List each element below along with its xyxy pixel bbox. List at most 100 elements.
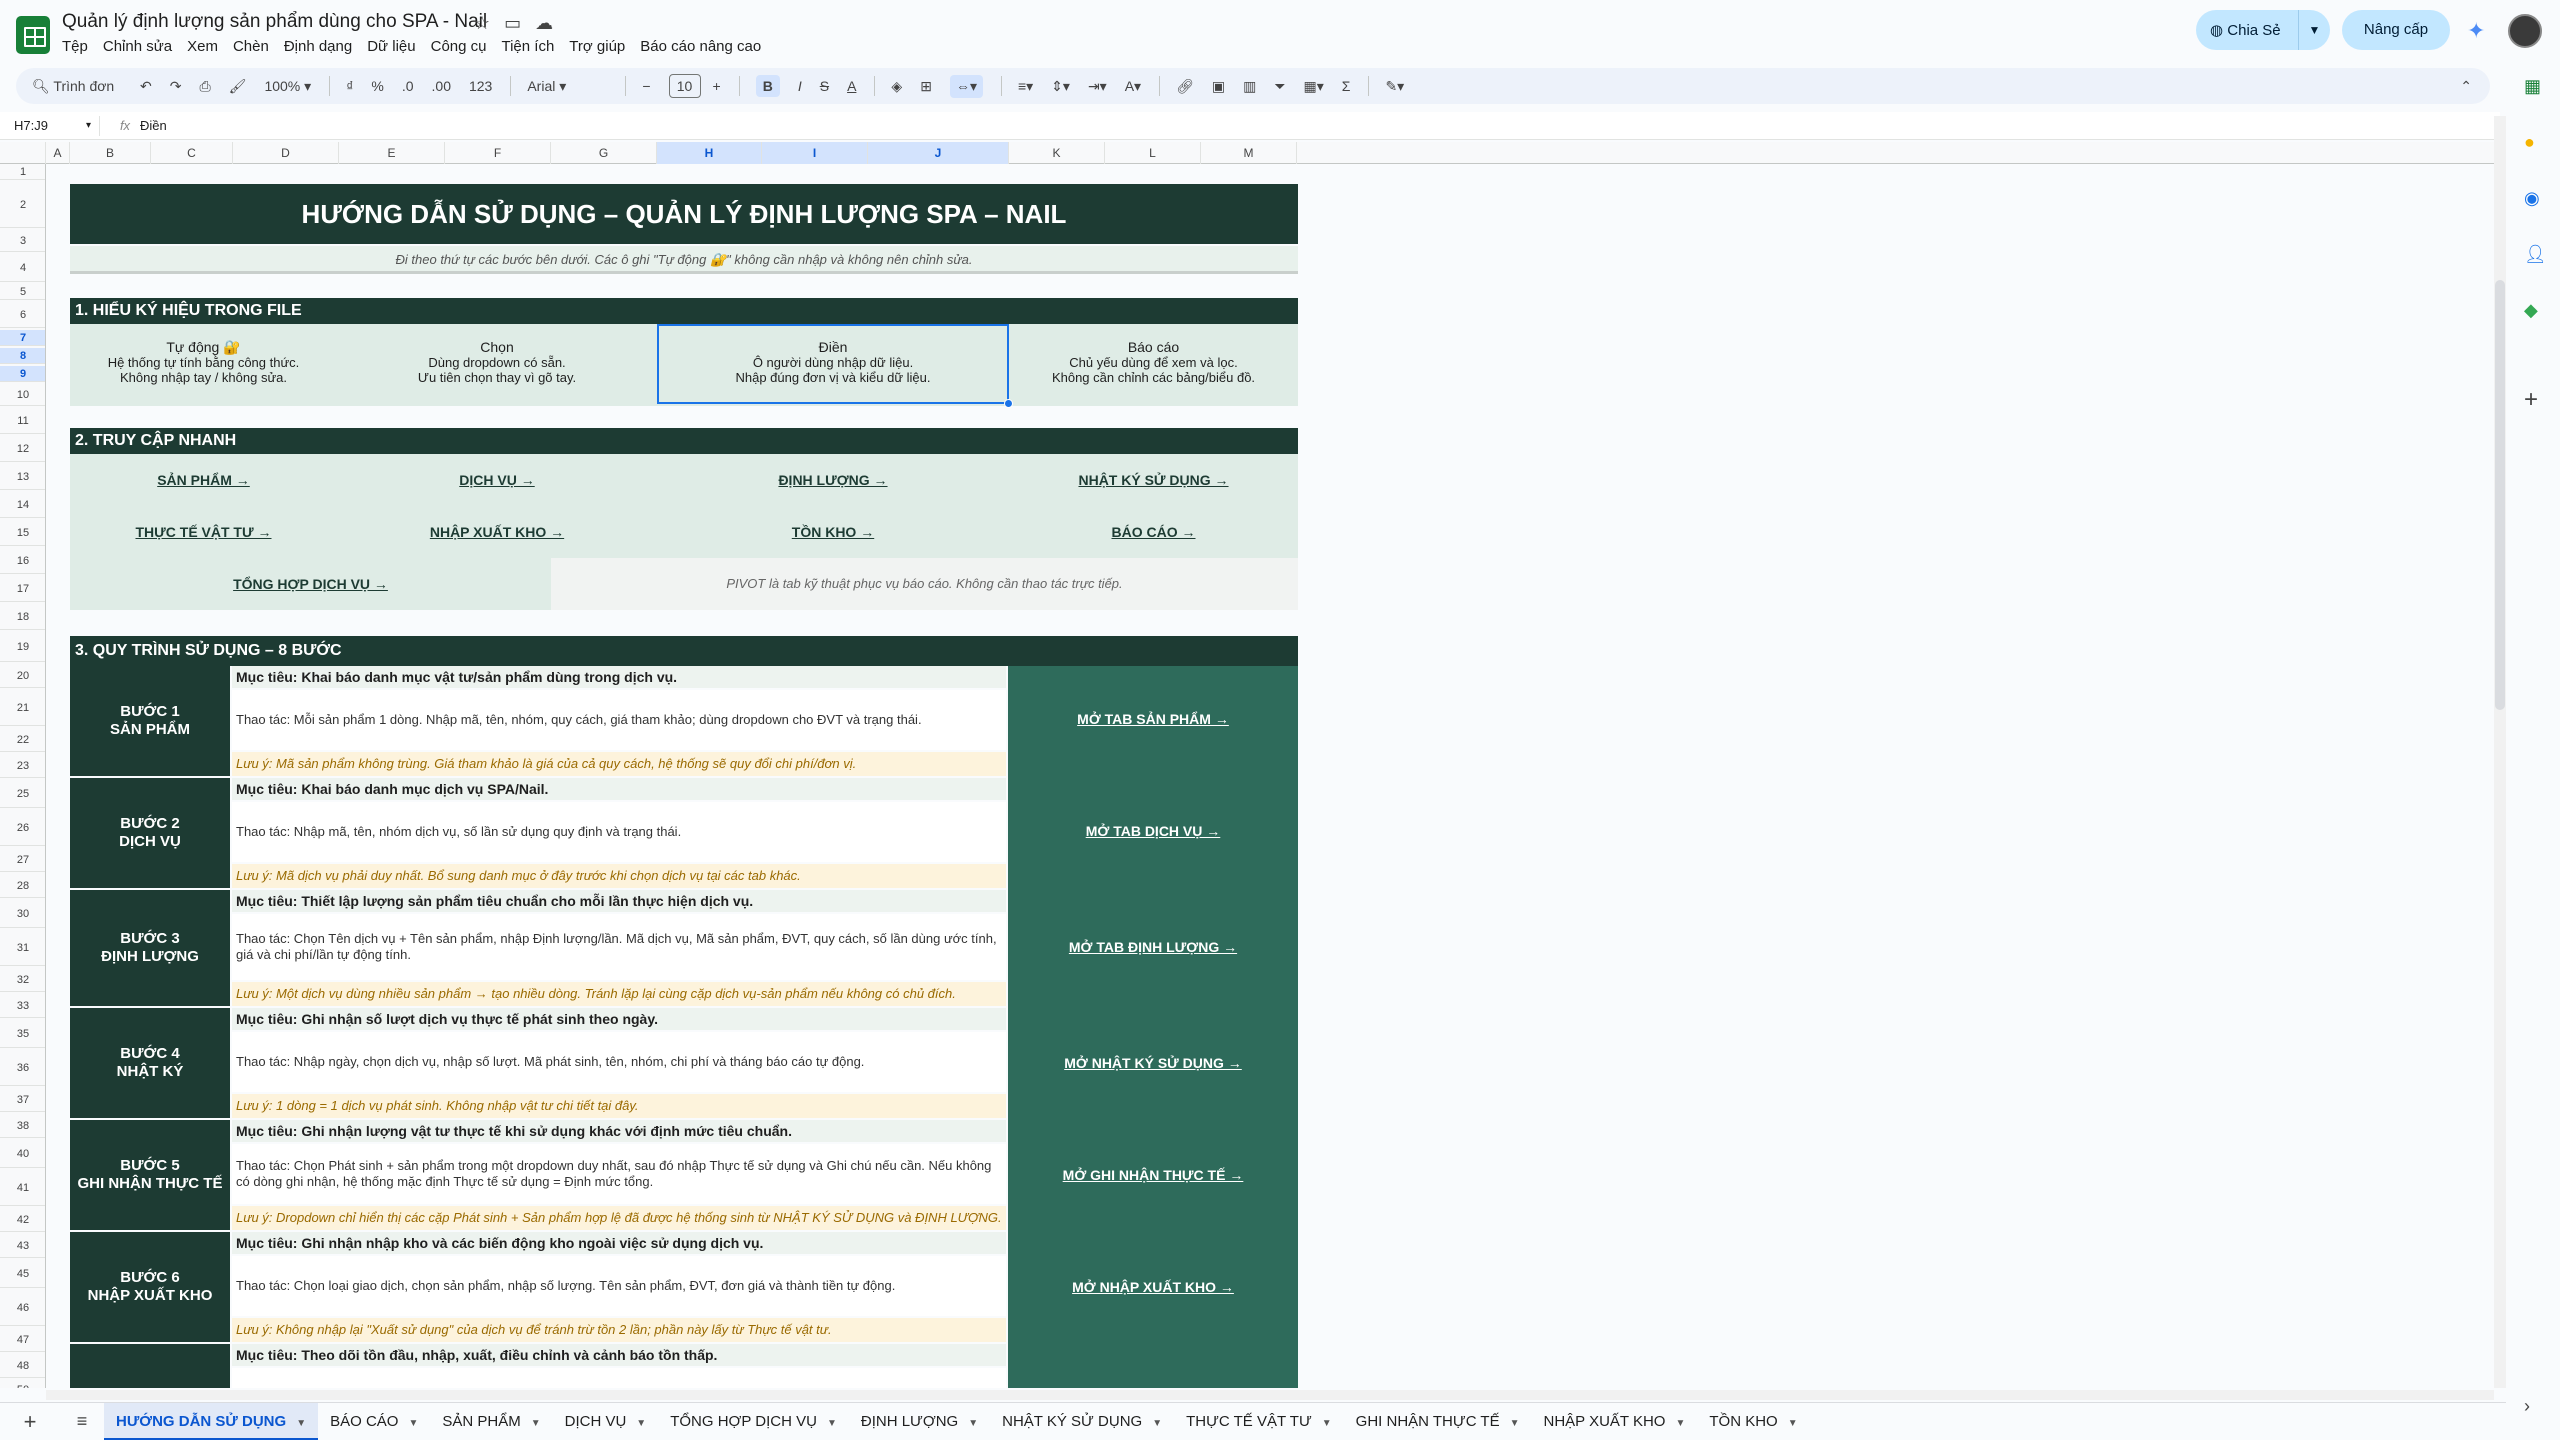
menu-file[interactable]: Tệp (62, 38, 97, 55)
tab-menu-icon[interactable]: ▼ (968, 1418, 978, 1429)
row-header[interactable]: 12 (0, 436, 45, 462)
row-header[interactable]: 30 (0, 900, 45, 928)
column-header[interactable]: F (445, 142, 551, 164)
currency-format-button[interactable]: ₫ (346, 78, 353, 94)
increase-decimal-button[interactable]: .00 (432, 78, 451, 94)
menu-search[interactable]: 🔍︎ Trình đơn (32, 78, 122, 95)
row-header[interactable]: 20 (0, 664, 45, 688)
cloud-status-icon[interactable]: ☁ (535, 13, 553, 34)
sheets-logo-icon[interactable] (16, 16, 50, 54)
row-header[interactable]: 35 (0, 1020, 45, 1048)
row-header[interactable]: 4 (0, 254, 45, 282)
text-color-icon[interactable]: A (847, 78, 856, 94)
column-header[interactable]: G (551, 142, 657, 164)
vertical-scroll-thumb[interactable] (2495, 280, 2505, 710)
select-all-corner[interactable] (0, 142, 46, 164)
link-dosage[interactable]: ĐỊNH LƯỢNG → (657, 472, 1009, 488)
row-header[interactable]: 9 (0, 366, 45, 382)
row-header[interactable]: 13 (0, 464, 45, 490)
sheet-tab-guide[interactable]: HƯỚNG DẪN SỬ DỤNG ▼ (104, 1402, 319, 1440)
menu-data[interactable]: Dữ liệu (367, 38, 424, 55)
sheet-tab-actual-records[interactable]: GHI NHẬN THỰC TẾ ▼ (1344, 1403, 1532, 1440)
sheet-tab-report[interactable]: BÁO CÁO ▼ (318, 1403, 430, 1440)
add-addon-icon[interactable]: + (2524, 386, 2538, 414)
link-usage-log[interactable]: NHẬT KÝ SỬ DỤNG → (1009, 472, 1298, 488)
star-icon[interactable]: ☆ (474, 13, 490, 34)
legend-auto[interactable]: Tự động 🔐 Hệ thống tự tính bằng công thức… (70, 340, 337, 386)
row-header[interactable]: 28 (0, 874, 45, 898)
tab-menu-icon[interactable]: ▼ (1788, 1418, 1798, 1429)
borders-icon[interactable]: ⊞ (920, 78, 932, 95)
row-header[interactable]: 37 (0, 1088, 45, 1112)
functions-icon[interactable]: Σ (1342, 78, 1351, 94)
column-header[interactable]: H (657, 142, 762, 164)
menu-extensions[interactable]: Tiện ích (501, 38, 563, 55)
gemini-icon[interactable]: ✦ (2467, 18, 2485, 44)
font-select[interactable]: Arial ▾ (527, 78, 607, 95)
text-rotate-icon[interactable]: A▾ (1125, 78, 1141, 95)
row-header[interactable]: 2 (0, 182, 45, 228)
sheet-tab-stock-io[interactable]: NHẬP XUẤT KHO ▼ (1532, 1403, 1698, 1440)
filter-icon[interactable]: ⏷ (1274, 78, 1285, 95)
share-button[interactable]: ◍ Chia Sẻ ▼ (2196, 10, 2330, 50)
sheet-tab-inventory[interactable]: TỒN KHO ▼ (1697, 1403, 1809, 1440)
row-header[interactable]: 23 (0, 754, 45, 778)
link-services[interactable]: DỊCH VỤ → (337, 472, 657, 488)
all-sheets-icon[interactable]: ≡ (60, 1411, 104, 1432)
menu-edit[interactable]: Chỉnh sửa (103, 38, 181, 55)
legend-choose[interactable]: Chọn Dùng dropdown có sẵn. Ưu tiên chọn th… (337, 340, 657, 386)
insert-comment-icon[interactable]: ▣ (1212, 78, 1225, 95)
fill-handle[interactable] (1004, 399, 1013, 408)
tab-menu-icon[interactable]: ▼ (1675, 1418, 1685, 1429)
row-header[interactable]: 6 (0, 302, 45, 328)
menu-format[interactable]: Định dạng (284, 38, 361, 55)
bold-icon[interactable]: B (755, 75, 780, 97)
italic-icon[interactable]: I (798, 78, 802, 94)
row-header[interactable]: 22 (0, 728, 45, 752)
row-header[interactable]: 26 (0, 810, 45, 846)
tasks-icon[interactable]: ◉ (2524, 188, 2540, 209)
row-header[interactable]: 25 (0, 780, 45, 808)
row-header[interactable]: 48 (0, 1354, 45, 1378)
sheet-tab-dosage[interactable]: ĐỊNH LƯỢNG ▼ (849, 1403, 990, 1440)
row-header[interactable]: 43 (0, 1234, 45, 1258)
row-header[interactable]: 31 (0, 930, 45, 966)
cell-selection[interactable] (657, 324, 1009, 404)
row-header[interactable]: 42 (0, 1208, 45, 1232)
row-header[interactable]: 38 (0, 1114, 45, 1138)
menu-advanced-reports[interactable]: Báo cáo nâng cao (640, 38, 770, 55)
upgrade-button[interactable]: Nâng cấp (2342, 10, 2450, 50)
zoom-select[interactable]: 100% ▾ (264, 78, 311, 95)
tab-menu-icon[interactable]: ▼ (636, 1418, 646, 1429)
row-header[interactable]: 7 (0, 330, 45, 346)
column-header[interactable]: E (339, 142, 445, 164)
row-header[interactable]: 18 (0, 604, 45, 630)
step-4-link[interactable]: MỞ NHẬT KÝ SỬ DỤNG → (1008, 1055, 1298, 1071)
name-box[interactable]: H7:J9 ▾ (0, 115, 100, 136)
avatar[interactable] (2508, 14, 2542, 48)
link-inventory[interactable]: TỒN KHO → (657, 524, 1009, 540)
keep-icon[interactable]: ● (2524, 132, 2535, 153)
sheets-app-icon[interactable]: ▦ (2524, 76, 2541, 97)
input-tools-icon[interactable]: ✎▾ (1385, 78, 1404, 95)
column-header[interactable]: D (233, 142, 339, 164)
row-header[interactable]: 5 (0, 284, 45, 300)
tab-menu-icon[interactable]: ▼ (408, 1418, 418, 1429)
document-title[interactable]: Quản lý định lượng sản phẩm dùng cho SPA… (62, 11, 487, 33)
row-header[interactable]: 8 (0, 348, 45, 364)
menu-help[interactable]: Trợ giúp (569, 38, 634, 55)
row-header[interactable]: 16 (0, 548, 45, 574)
row-header[interactable]: 3 (0, 230, 45, 252)
legend-report[interactable]: Báo cáo Chủ yếu dùng để xem và lọc. Không … (1009, 340, 1298, 386)
sheet-tab-service-summary[interactable]: TỔNG HỢP DỊCH VỤ ▼ (658, 1403, 849, 1440)
percent-format-button[interactable]: % (371, 78, 383, 94)
menu-view[interactable]: Xem (187, 38, 227, 55)
insert-link-icon[interactable]: 🔗︎ (1176, 78, 1194, 95)
formula-input[interactable]: Điền (140, 118, 167, 133)
tab-menu-icon[interactable]: ▼ (827, 1418, 837, 1429)
link-products[interactable]: SẢN PHẨM → (70, 472, 337, 488)
row-header[interactable]: 14 (0, 492, 45, 518)
sheet-tab-services[interactable]: DỊCH VỤ ▼ (553, 1403, 659, 1440)
row-header[interactable]: 19 (0, 632, 45, 662)
row-header[interactable]: 21 (0, 690, 45, 726)
